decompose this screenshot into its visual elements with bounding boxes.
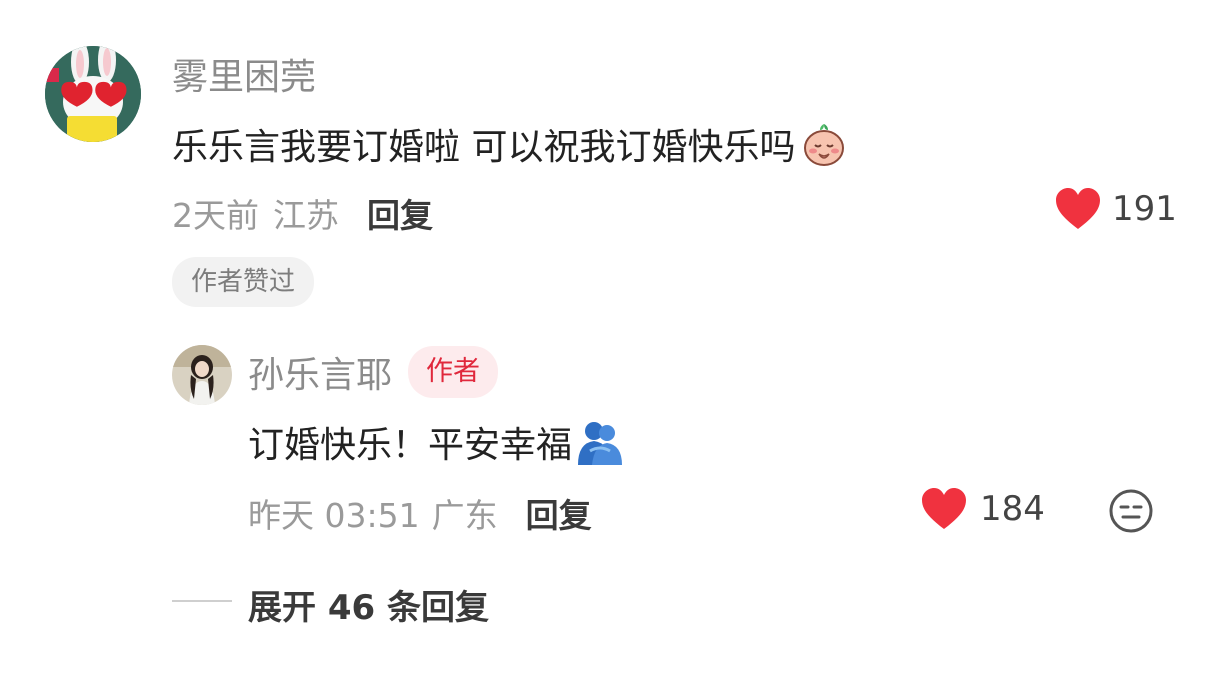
reply-text: 订婚快乐！平安幸福 (248, 425, 573, 466)
comment-time: 2天前 (172, 196, 259, 235)
reply-like-button[interactable]: 184 (920, 487, 1045, 531)
heart-icon (1054, 187, 1102, 231)
comment-reply-button[interactable]: 回复 (367, 189, 433, 237)
comment-location: 江苏 (273, 196, 339, 235)
comment-like-count: 191 (1112, 189, 1177, 229)
reaction-face-icon[interactable] (1108, 488, 1154, 534)
reply-meta-row: 昨天 03:51 广东 回复 (248, 489, 592, 537)
comment-like-button[interactable]: 191 (1054, 187, 1177, 231)
author-tag-badge: 作者 (408, 346, 499, 398)
comment-meta-row: 2天前 江苏 回复 (172, 189, 433, 237)
comment-body: 乐乐言我要订婚啦 可以祝我订婚快乐吗 (172, 118, 847, 170)
commenter-username[interactable]: 雾里困莞 (172, 48, 316, 100)
author-avatar[interactable] (172, 345, 232, 405)
reply-location: 广东 (431, 496, 498, 535)
reply-header: 孙乐言耶 作者 (248, 346, 499, 398)
comment-text: 乐乐言我要订婚啦 可以祝我订婚快乐吗 (172, 127, 796, 168)
reply-reply-button[interactable]: 回复 (526, 489, 592, 537)
reply-time: 昨天 03:51 (248, 496, 420, 535)
cute-praying-character-emoji-icon (801, 121, 847, 167)
heart-icon (920, 487, 968, 531)
expand-replies-button[interactable]: 展开 46 条回复 (248, 580, 489, 629)
commenter-avatar[interactable] (45, 46, 141, 142)
author-liked-badge: 作者赞过 (172, 257, 315, 307)
people-hugging-emoji-icon (576, 419, 624, 465)
expand-divider (172, 600, 232, 602)
author-username[interactable]: 孙乐言耶 (248, 346, 392, 398)
reply-body: 订婚快乐！平安幸福 (248, 416, 624, 468)
reply-like-count: 184 (980, 489, 1045, 529)
